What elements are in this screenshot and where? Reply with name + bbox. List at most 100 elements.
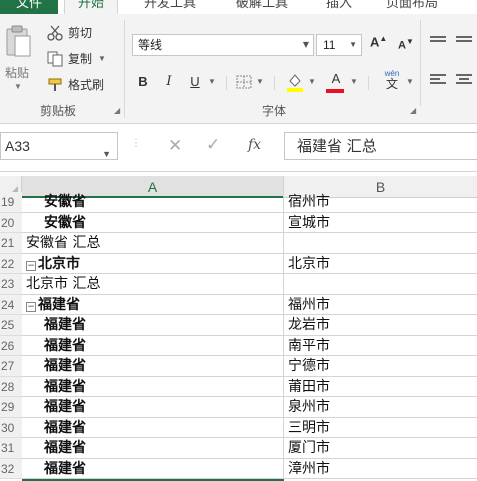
cell-b[interactable]: [284, 233, 477, 254]
formula-input[interactable]: 福建省 汇总: [284, 132, 477, 160]
phonetic-bottom: 文: [385, 77, 398, 91]
cell-a-text: 福建省: [44, 440, 86, 456]
align-middle-icon[interactable]: [456, 36, 472, 48]
cell-a[interactable]: − 北京市: [22, 253, 284, 274]
copy-dropdown-icon[interactable]: ▼: [98, 54, 106, 63]
name-box[interactable]: A33 ▼: [0, 132, 118, 160]
row-header[interactable]: 30: [0, 417, 22, 438]
cell-a[interactable]: 福建省: [22, 376, 284, 397]
cell-a[interactable]: 福建省: [22, 438, 284, 459]
italic-button[interactable]: I: [160, 72, 178, 92]
align-left-icon[interactable]: [430, 74, 446, 86]
cell-b[interactable]: [284, 274, 477, 295]
tab-insert[interactable]: 插入: [320, 0, 358, 14]
phonetic-dropdown-icon[interactable]: ▼: [406, 72, 414, 92]
table-row: 25 福建省 龙岩市: [0, 315, 477, 336]
font-size-select[interactable]: 11 ▼: [316, 34, 362, 56]
tab-crack-tools[interactable]: 破解工具: [230, 0, 294, 14]
align-top-icon[interactable]: [430, 36, 446, 48]
cell-b[interactable]: 泉州市: [284, 397, 477, 418]
borders-dropdown-icon[interactable]: ▼: [256, 72, 264, 92]
cell-a[interactable]: 福建省: [22, 458, 284, 479]
cell-a[interactable]: 福建省: [22, 335, 284, 356]
tab-page-layout[interactable]: 页面布局: [380, 0, 444, 14]
paste-icon[interactable]: [4, 24, 32, 60]
collapse-minus-icon[interactable]: −: [26, 301, 36, 312]
grow-font-button[interactable]: A▲: [370, 34, 387, 49]
cell-a[interactable]: 安徽省 汇总: [22, 233, 284, 254]
format-painter-label: 格式刷: [68, 78, 105, 92]
formula-bar-grip-icon[interactable]: ⋮: [131, 138, 141, 149]
paste-dropdown-icon[interactable]: ▼: [14, 82, 22, 91]
cell-b[interactable]: 宁德市: [284, 356, 477, 377]
row-header[interactable]: 31: [0, 438, 22, 459]
font-color-button[interactable]: A: [328, 69, 344, 89]
clipboard-launcher-icon[interactable]: ◢: [114, 106, 120, 115]
enter-icon[interactable]: ✓: [206, 135, 220, 155]
cell-b[interactable]: 莆田市: [284, 377, 477, 397]
cell-b[interactable]: 宿州市: [284, 192, 477, 213]
row-header[interactable]: 28: [0, 376, 22, 397]
font-color-dropdown-icon[interactable]: ▼: [350, 72, 358, 92]
cell-b[interactable]: 漳州市: [284, 459, 477, 479]
table-row: 29 福建省 泉州市: [0, 397, 477, 418]
row-header[interactable]: 23: [0, 274, 22, 295]
collapse-minus-icon[interactable]: −: [26, 260, 36, 271]
tab-developer[interactable]: 开发工具: [138, 0, 202, 14]
cell-a[interactable]: 福建省: [22, 417, 284, 438]
row-header[interactable]: 19: [0, 192, 22, 213]
cut-button[interactable]: 剪切: [46, 24, 92, 41]
tab-file[interactable]: 文件: [0, 0, 58, 14]
cell-a-text: 安徽省: [44, 214, 86, 231]
font-name-select[interactable]: 等线 ▼: [132, 34, 314, 56]
fill-color-dropdown-icon[interactable]: ▼: [308, 72, 316, 92]
row-header[interactable]: 25: [0, 315, 22, 336]
row-header[interactable]: 20: [0, 212, 22, 233]
cell-a[interactable]: 福建省: [22, 356, 284, 377]
cell-b[interactable]: 宣城市: [284, 213, 477, 233]
row-header[interactable]: 32: [0, 458, 22, 479]
row-header[interactable]: 21: [0, 233, 22, 254]
format-painter-button[interactable]: 格式刷: [46, 76, 104, 93]
cell-a-text: 北京市: [38, 255, 80, 272]
cell-a-text: 北京市 汇总: [26, 276, 101, 292]
borders-icon[interactable]: [236, 75, 252, 89]
table-row: 26 福建省 南平市: [0, 335, 477, 356]
insert-function-icon[interactable]: fx: [248, 137, 261, 153]
shrink-font-button[interactable]: A▼: [398, 37, 414, 52]
bold-button[interactable]: B: [134, 72, 152, 92]
cell-a-text: 福建省: [38, 296, 80, 313]
worksheet-grid[interactable]: A B 19 安徽省 宿州市 20 安徽省 宣城市 21 安徽省 汇总 22− 北京市 北京市 23 北…: [0, 172, 477, 481]
cell-b[interactable]: 厦门市: [284, 438, 477, 459]
cell-b[interactable]: 北京市: [284, 254, 477, 274]
tab-home[interactable]: 开始: [64, 0, 118, 14]
align-center-icon[interactable]: [456, 74, 472, 86]
paste-button[interactable]: 粘贴: [5, 64, 29, 81]
cell-a[interactable]: − 福建省: [22, 294, 284, 315]
row-header[interactable]: 26: [0, 335, 22, 356]
phonetic-guide-button[interactable]: wén 文: [380, 69, 404, 91]
cell-a[interactable]: 安徽省: [22, 212, 284, 233]
underline-button[interactable]: U: [186, 72, 204, 92]
copy-button[interactable]: 复制 ▼: [46, 50, 106, 67]
row-header[interactable]: 22: [0, 253, 22, 274]
cell-a[interactable]: 北京市 汇总: [22, 274, 284, 295]
ribbon-separator: [124, 20, 125, 118]
cell-b[interactable]: 南平市: [284, 336, 477, 356]
cancel-icon[interactable]: ✕: [168, 136, 182, 156]
clipboard-group-label: 剪贴板: [40, 104, 77, 118]
row-header[interactable]: 29: [0, 397, 22, 418]
row-header[interactable]: 27: [0, 356, 22, 377]
cell-b[interactable]: 三明市: [284, 418, 477, 438]
cell-b[interactable]: 龙岩市: [284, 315, 477, 336]
cell-b[interactable]: 福州市: [284, 295, 477, 315]
cell-a-text: 福建省: [44, 317, 86, 333]
cell-a[interactable]: 福建省: [22, 397, 284, 418]
font-launcher-icon[interactable]: ◢: [410, 106, 416, 115]
font-size-value: 11: [323, 38, 336, 52]
cell-a[interactable]: 安徽省: [22, 192, 284, 213]
fill-color-icon[interactable]: [286, 72, 304, 92]
cell-a[interactable]: 福建省: [22, 315, 284, 336]
underline-dropdown-icon[interactable]: ▼: [208, 72, 216, 92]
row-header[interactable]: 24: [0, 294, 22, 315]
